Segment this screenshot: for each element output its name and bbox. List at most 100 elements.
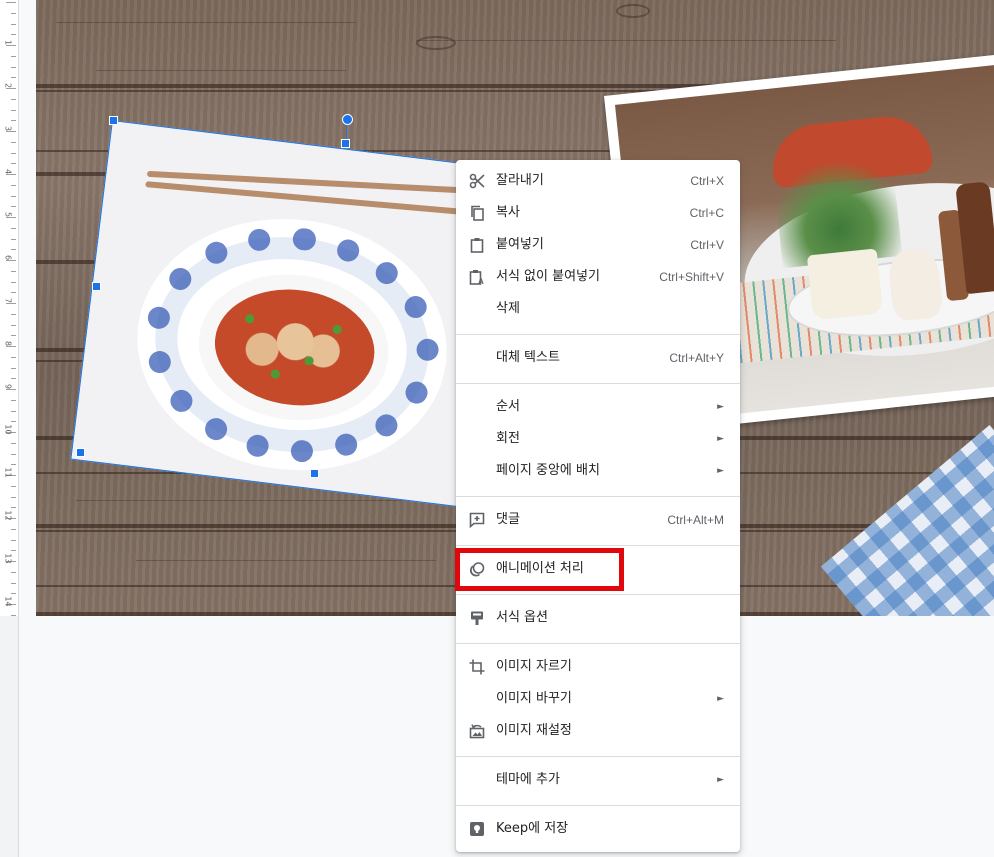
menu-item-save-to-keep[interactable]: Keep에 저장 xyxy=(456,813,740,845)
menu-item-label: 페이지 중앙에 배치 xyxy=(496,463,600,478)
ruler-tick xyxy=(11,443,16,444)
blue-white-bowl xyxy=(122,201,462,488)
menu-item-copy[interactable]: 복사 Ctrl+C xyxy=(456,197,740,229)
reset-image-icon xyxy=(469,724,485,739)
format-options-icon xyxy=(471,611,483,625)
ruler-tick xyxy=(11,464,16,465)
resize-handle-bottom[interactable] xyxy=(310,469,319,478)
ruler-tick xyxy=(11,239,16,240)
ruler-tick xyxy=(11,24,16,25)
vertical-ruler[interactable]: 1 2 3 4 5 6 7 8 9 10 11 12 13 14 xyxy=(0,0,19,857)
menu-item-label: 대체 텍스트 xyxy=(496,350,560,365)
resize-handle-top[interactable] xyxy=(341,139,350,148)
ruler-tick xyxy=(11,335,16,336)
menu-separator xyxy=(456,756,740,757)
ruler-number: 8 xyxy=(3,340,13,347)
menu-item-label: Keep에 저장 xyxy=(496,821,569,836)
ruler-tick xyxy=(11,400,16,401)
svg-text:A: A xyxy=(478,277,484,285)
menu-item-order[interactable]: 순서 ► xyxy=(456,391,740,423)
menu-separator xyxy=(456,805,740,806)
menu-item-label: 이미지 바꾸기 xyxy=(496,691,572,706)
menu-separator xyxy=(456,643,740,644)
menu-item-label: 순서 xyxy=(496,399,520,414)
menu-item-label: 이미지 재설정 xyxy=(496,723,572,738)
ruler-tick xyxy=(6,2,16,3)
menu-separator xyxy=(456,383,740,384)
submenu-arrow-icon: ► xyxy=(717,775,724,785)
ruler-tick xyxy=(11,529,16,530)
menu-item-shortcut: Ctrl+Shift+V xyxy=(659,270,724,284)
ruler-tick xyxy=(11,486,16,487)
submenu-arrow-icon: ► xyxy=(717,694,724,704)
wood-grain xyxy=(136,560,436,561)
ruler-tick xyxy=(11,357,16,358)
crop-icon xyxy=(469,659,485,675)
menu-separator xyxy=(456,545,740,546)
copy-icon xyxy=(471,205,484,221)
ruler-tick xyxy=(11,615,16,616)
ruler-number: 6 xyxy=(3,254,13,261)
menu-item-add-to-theme[interactable]: 테마에 추가 ► xyxy=(456,764,740,796)
menu-separator xyxy=(456,496,740,497)
menu-item-paste[interactable]: 붙여넣기 Ctrl+V xyxy=(456,229,740,261)
menu-item-rotate[interactable]: 회전 ► xyxy=(456,423,740,455)
menu-item-shortcut: Ctrl+Alt+M xyxy=(667,513,724,527)
submenu-arrow-icon: ► xyxy=(717,434,724,444)
ruler-tick xyxy=(11,550,16,551)
menu-separator xyxy=(456,594,740,595)
menu-item-center-on-page[interactable]: 페이지 중앙에 배치 ► xyxy=(456,455,740,487)
resize-handle-top-left[interactable] xyxy=(109,116,118,125)
wood-grain xyxy=(96,70,346,71)
menu-item-comment[interactable]: 댓글 Ctrl+Alt+M xyxy=(456,504,740,536)
ruler-tick xyxy=(11,325,16,326)
ruler-tick xyxy=(11,572,16,573)
ruler-tick xyxy=(11,196,16,197)
menu-item-replace-image[interactable]: 이미지 바꾸기 ► xyxy=(456,683,740,715)
ruler-number: 13 xyxy=(3,553,13,564)
menu-item-label: 이미지 자르기 xyxy=(496,659,572,674)
menu-item-delete[interactable]: 삭제 xyxy=(456,293,740,325)
menu-separator xyxy=(456,334,740,335)
ruler-tick xyxy=(11,314,16,315)
ruler-tick xyxy=(11,185,16,186)
succulent-leaves xyxy=(771,146,903,269)
menu-item-crop-image[interactable]: 이미지 자르기 xyxy=(456,651,740,683)
menu-item-label: 댓글 xyxy=(496,512,520,527)
ruler-tick xyxy=(11,271,16,272)
ruler-number: 11 xyxy=(3,467,13,478)
menu-item-paste-plain[interactable]: A 서식 없이 붙여넣기 Ctrl+Shift+V xyxy=(456,261,740,293)
ruler-tick xyxy=(11,540,16,541)
menu-item-label: 삭제 xyxy=(496,301,520,316)
ruler-tick xyxy=(11,77,16,78)
clipboard-icon xyxy=(470,238,484,253)
menu-item-label: 서식 없이 붙여넣기 xyxy=(496,269,600,284)
keep-icon xyxy=(470,822,484,836)
submenu-arrow-icon: ► xyxy=(717,466,724,476)
menu-item-label: 테마에 추가 xyxy=(496,772,560,787)
menu-item-reset-image[interactable]: 이미지 재설정 xyxy=(456,715,740,747)
ruler-number: 7 xyxy=(3,297,13,304)
ruler-tick xyxy=(11,282,16,283)
ruler-tick xyxy=(11,292,16,293)
menu-item-alt-text[interactable]: 대체 텍스트 Ctrl+Alt+Y xyxy=(456,342,740,374)
ruler-tick xyxy=(11,206,16,207)
scissors-icon xyxy=(469,173,485,189)
ruler-tick xyxy=(11,583,16,584)
menu-item-format-options[interactable]: 서식 옵션 xyxy=(456,602,740,634)
resize-handle-bottom-left[interactable] xyxy=(76,448,85,457)
gingham-cloth xyxy=(821,425,994,616)
ruler-tick xyxy=(11,34,16,35)
menu-item-shortcut: Ctrl+Alt+Y xyxy=(669,351,724,365)
ruler-tick xyxy=(11,13,16,14)
resize-handle-left[interactable] xyxy=(92,282,101,291)
ruler-tick xyxy=(11,249,16,250)
wood-grain xyxy=(76,500,426,501)
rotation-handle[interactable] xyxy=(342,114,353,125)
menu-item-shortcut: Ctrl+C xyxy=(689,206,724,220)
wood-grain xyxy=(416,40,836,41)
ruler-number: 12 xyxy=(3,510,13,521)
menu-item-label: 회전 xyxy=(496,431,520,446)
ruler-tick xyxy=(11,120,16,121)
menu-item-cut[interactable]: 잘라내기 Ctrl+X xyxy=(456,165,740,197)
